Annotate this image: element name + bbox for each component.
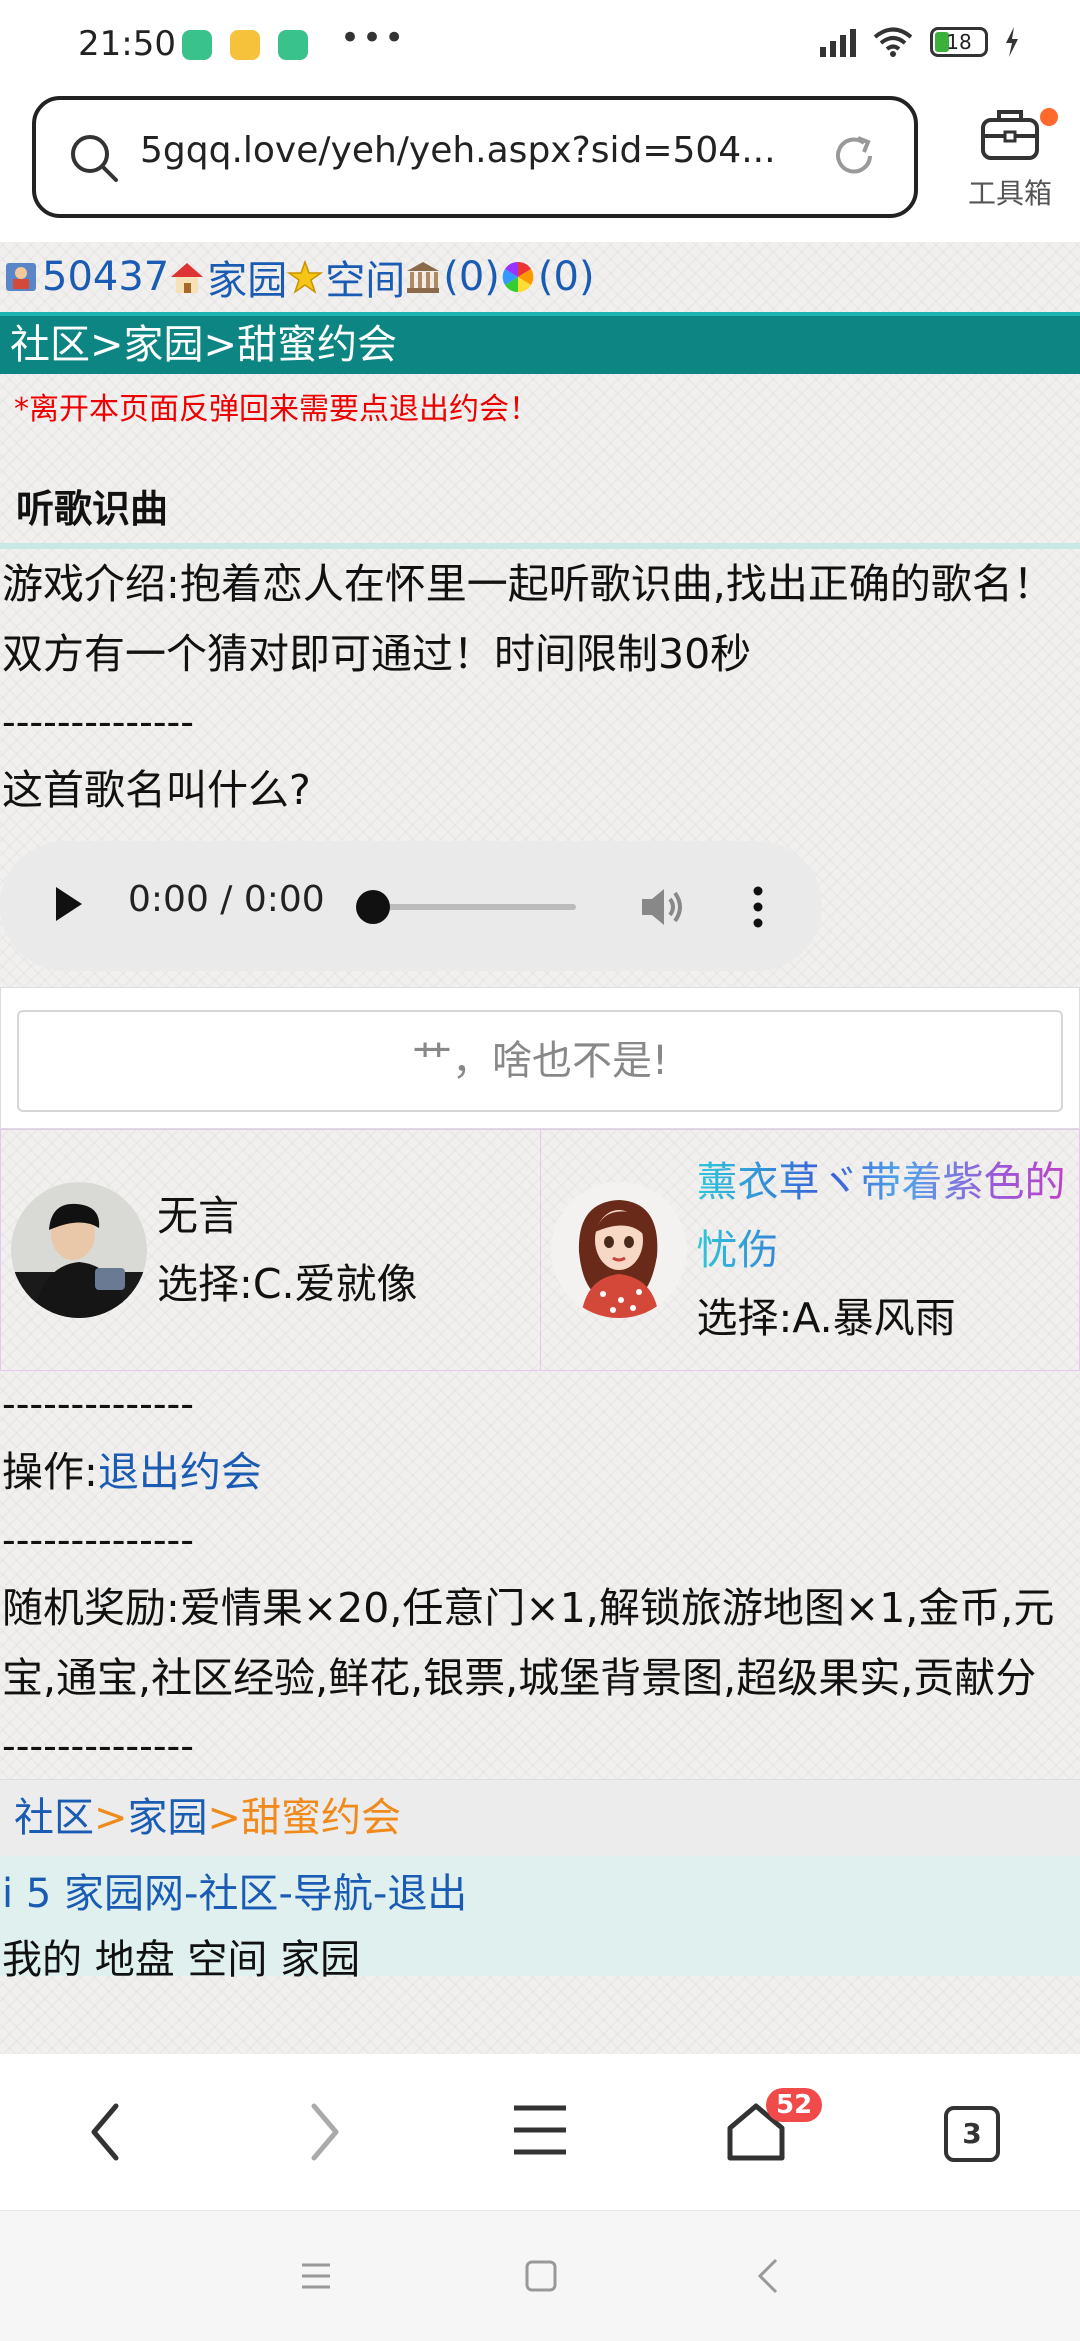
footer-community-link[interactable]: 社区: [198, 1871, 278, 1917]
audio-player: 0:00 / 0:00: [0, 841, 822, 971]
user-icon: [4, 259, 40, 295]
web-page: 50437 家园 空间 (0) (0) 社区>家园>甜蜜约会 *离开本页面反弹回…: [0, 242, 1080, 2054]
color-wheel-icon: [500, 259, 536, 295]
play-icon[interactable]: [56, 887, 82, 921]
app-notification-icon: [182, 30, 212, 60]
forward-icon[interactable]: [308, 2102, 342, 2162]
avatar: [550, 1182, 687, 1318]
bottom-breadcrumb: 社区>家园>甜蜜约会: [0, 1779, 1080, 1856]
player-choice: 选择:A.暴风雨: [696, 1294, 956, 1342]
home-icon: [169, 259, 205, 295]
menu-icon[interactable]: [512, 2102, 568, 2158]
page-title-bar: 社区>家园>甜蜜约会: [0, 312, 1080, 374]
app-notification-icon: [230, 30, 260, 60]
player-name: 无言: [157, 1192, 239, 1240]
player-name: 薰衣草ヾ带着紫色的忧伤: [697, 1148, 1070, 1284]
charging-icon: [1006, 27, 1018, 57]
notification-badge: 52: [766, 2088, 823, 2122]
recent-apps-icon[interactable]: [300, 2261, 332, 2291]
user-id-link[interactable]: 50437: [42, 254, 169, 300]
operation-row: 操作:退出约会: [0, 1437, 1080, 1507]
notification-dot: [1040, 108, 1058, 126]
players-row: 无言 选择:C.爱就像 薰衣草ヾ带着紫色的忧伤 选择:A.暴风雨: [0, 1129, 1080, 1371]
footer-site-link[interactable]: 家园网: [64, 1871, 184, 1917]
wifi-icon: [873, 27, 913, 57]
volume-icon[interactable]: [640, 885, 688, 929]
space-link[interactable]: 空间: [325, 248, 405, 306]
browser-header: 5gqq.love/yeh/yeh.aspx?sid=504... 工具箱: [0, 96, 1080, 242]
toolbox-button[interactable]: 工具箱: [950, 106, 1070, 212]
reward-text: 随机奖励:爱情果×20,任意门×1,解锁旅游地图×1,金币,元宝,通宝,社区经验…: [2, 1584, 1055, 1702]
signal-icon: [820, 27, 856, 57]
url-text[interactable]: 5gqq.love/yeh/yeh.aspx?sid=504...: [140, 130, 830, 171]
question-text: 这首歌名叫什么?: [2, 766, 311, 814]
top-nav: 50437 家园 空间 (0) (0): [0, 242, 1080, 312]
operation-label: 操作:: [2, 1448, 98, 1496]
status-time: 21:50: [78, 24, 176, 64]
more-options-icon[interactable]: [748, 885, 768, 929]
system-nav-bar: [0, 2210, 1080, 2341]
app-notification-icon: [278, 30, 308, 60]
battery-icon: 18: [930, 27, 988, 57]
url-bar[interactable]: 5gqq.love/yeh/yeh.aspx?sid=504...: [32, 96, 918, 218]
bank-count-link[interactable]: (0): [443, 254, 500, 300]
audio-time: 0:00 / 0:00: [128, 879, 325, 920]
site-footer: i 5 家园网-社区-导航-退出 我的 地盘 空间 家园: [0, 1856, 1080, 1983]
home-link[interactable]: 家园: [207, 248, 287, 306]
back-icon[interactable]: [88, 2102, 122, 2162]
toolbox-label: 工具箱: [967, 177, 1052, 210]
footer-guide-link[interactable]: 导航: [293, 1871, 373, 1917]
bank-icon: [405, 259, 441, 295]
game-intro: 游戏介绍:抱着恋人在怀里一起听歌识曲,找出正确的歌名！双方有一个猜对即可通过！时…: [2, 560, 1054, 678]
crumb-home[interactable]: 家园: [128, 1795, 208, 1841]
audio-seek-bar[interactable]: [358, 904, 576, 910]
home-square-icon[interactable]: [524, 2259, 558, 2293]
player-choice: 选择:C.爱就像: [157, 1260, 418, 1308]
star-icon: [286, 259, 324, 295]
reload-icon[interactable]: [828, 130, 880, 182]
tabs-button[interactable]: 3: [944, 2106, 1000, 2162]
separator: --------------: [2, 700, 194, 744]
separator: --------------: [2, 1724, 194, 1768]
player-left: 无言 选择:C.爱就像: [1, 1130, 540, 1370]
player-right: 薰衣草ヾ带着紫色的忧伤 选择:A.暴风雨: [539, 1130, 1080, 1370]
crumb-community[interactable]: 社区: [14, 1795, 94, 1841]
status-bar: 21:50 ••• 18: [0, 0, 1080, 96]
notice-text: *离开本页面反弹回来需要点退出约会！: [14, 392, 539, 427]
search-icon: [71, 135, 118, 182]
footer-line2: 我的 地盘 空间 家园: [2, 1937, 361, 1983]
answer-panel: 艹，啥也不是!: [0, 987, 1080, 1129]
answer-result-box[interactable]: 艹，啥也不是!: [17, 1010, 1063, 1112]
audio-seek-handle[interactable]: [356, 890, 390, 924]
browser-toolbar: 52 3: [0, 2054, 1080, 2210]
avatar: [11, 1182, 147, 1318]
more-notifications-icon: •••: [340, 18, 407, 58]
system-back-icon[interactable]: [756, 2257, 780, 2295]
footer-logout-link[interactable]: 退出: [387, 1871, 467, 1917]
message-count-link[interactable]: (0): [538, 254, 595, 300]
game-title: 听歌识曲: [0, 438, 1080, 549]
toolbox-icon: [981, 110, 1039, 160]
separator: --------------: [2, 1518, 194, 1562]
crumb-current: 甜蜜约会: [241, 1795, 402, 1841]
separator: --------------: [2, 1382, 194, 1426]
exit-date-link[interactable]: 退出约会: [98, 1448, 262, 1496]
